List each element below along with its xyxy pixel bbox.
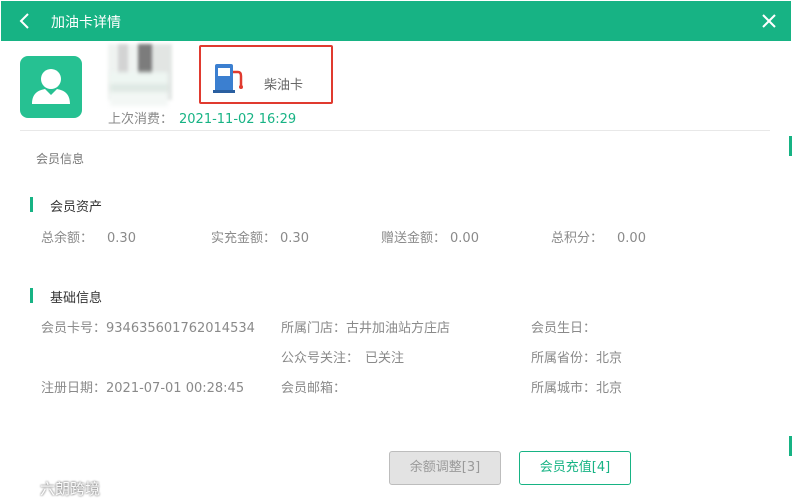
field-label: 所属门店： (281, 321, 347, 336)
field-label: 赠送金额： (381, 231, 447, 246)
balance-adjust-button[interactable]: 余额调整[3] (389, 451, 501, 485)
field-label: 会员卡号： (41, 321, 107, 336)
back-icon[interactable] (15, 11, 35, 31)
card-number: 会员卡号：934635601762014534 (41, 317, 255, 336)
section-member-info: 会员信息 (36, 152, 85, 166)
total-balance: 总余额： 0.30 (41, 227, 136, 246)
field-value: 2021-07-01 00:28:45 (106, 381, 245, 396)
email: 会员邮箱： (281, 377, 346, 396)
birthday: 会员生日： (531, 317, 596, 336)
field-label: 实充金额： (211, 231, 277, 246)
register-date: 注册日期：2021-07-01 00:28:45 (41, 377, 244, 396)
field-value: 北京 (596, 381, 623, 396)
field-value: 0.30 (280, 231, 309, 246)
field-value: 0.00 (450, 231, 479, 246)
field-label: 会员生日： (531, 321, 597, 336)
basic-info-heading: 基础信息 (30, 287, 102, 306)
field-label: 总余额： (41, 231, 94, 246)
field-value: 古井加油站方庄店 (346, 321, 451, 336)
watermark-logo-icon (6, 484, 33, 495)
field-value: 934635601762014534 (106, 321, 255, 336)
field-label: 会员邮箱： (281, 381, 347, 396)
field-value: 已关注 (365, 351, 405, 366)
close-icon[interactable] (759, 11, 779, 31)
gift-amount: 赠送金额： 0.00 (381, 227, 479, 246)
watermark: 六朗跨境 (4, 478, 100, 499)
wechat-follow: 公众号关注： 已关注 (281, 347, 404, 366)
title-bar: 加油卡详情 (1, 1, 791, 41)
fuel-pump-icon (213, 64, 243, 93)
last-consume: 上次消费： 2021-11-02 16:29 (108, 108, 296, 127)
member-recharge-button[interactable]: 会员充值[4] (519, 451, 631, 485)
city: 所属城市：北京 (531, 377, 622, 396)
window-title: 加油卡详情 (51, 15, 121, 31)
field-value: 北京 (596, 351, 623, 366)
field-label: 公众号关注： (281, 351, 360, 366)
field-label: 所属省份： (531, 351, 597, 366)
field-value: 0.30 (107, 231, 136, 246)
avatar (20, 56, 82, 118)
member-name-blurred-row (110, 72, 168, 106)
field-label: 所属城市： (531, 381, 597, 396)
last-consume-label: 上次消费： (108, 112, 174, 127)
actual-recharge: 实充金额： 0.30 (211, 227, 309, 246)
last-consume-time: 2021-11-02 16:29 (179, 112, 297, 127)
card-type-label: 柴油卡 (264, 78, 304, 93)
assets-heading: 会员资产 (30, 196, 102, 215)
field-label: 注册日期： (41, 381, 107, 396)
avatar-icon (32, 69, 70, 104)
watermark-text: 六朗跨境 (40, 480, 101, 498)
divider (20, 130, 770, 131)
store: 所属门店：古井加油站方庄店 (281, 317, 450, 336)
total-points: 总积分： 0.00 (551, 227, 646, 246)
province: 所属省份：北京 (531, 347, 622, 366)
field-label: 总积分： (551, 231, 604, 246)
field-value: 0.00 (617, 231, 646, 246)
